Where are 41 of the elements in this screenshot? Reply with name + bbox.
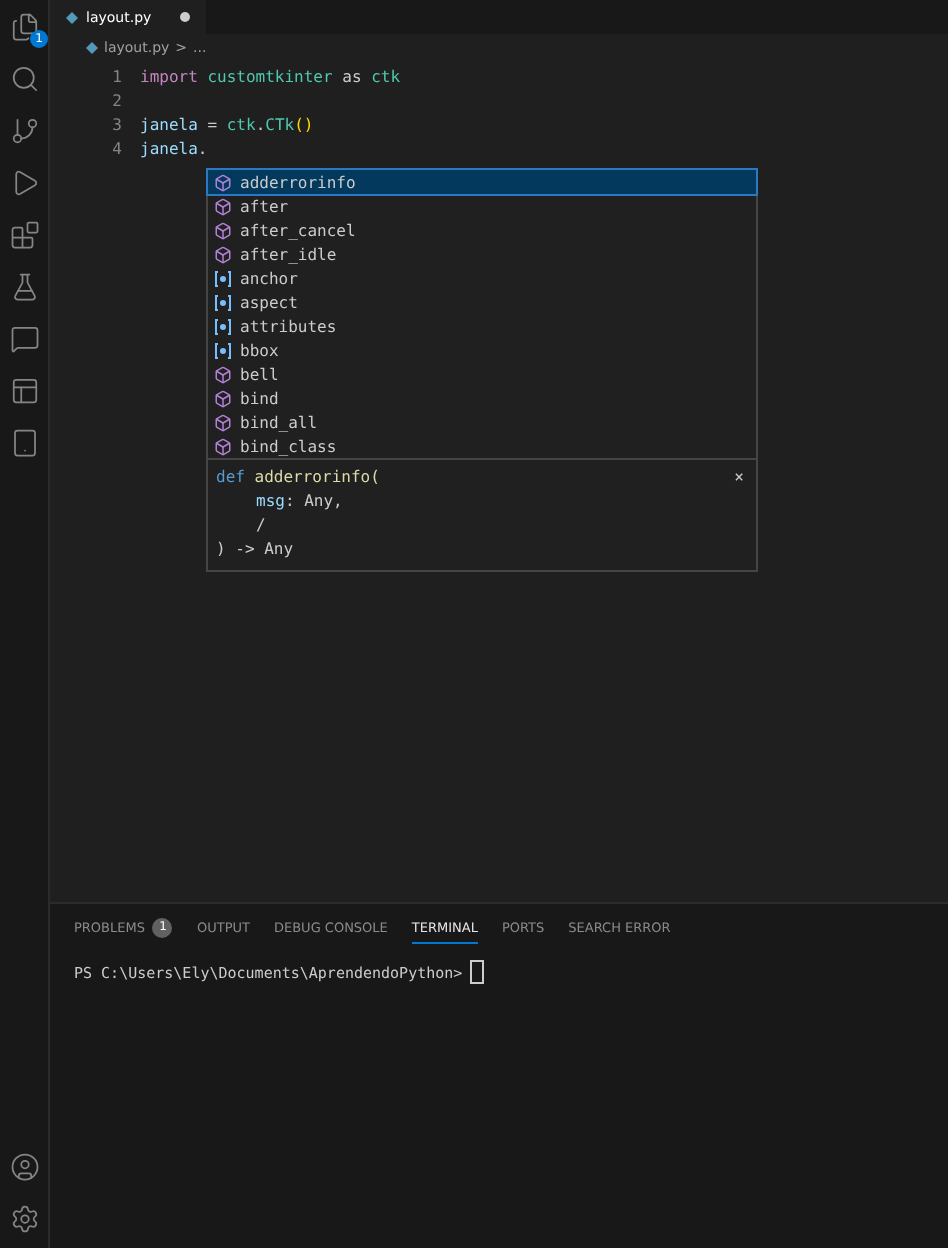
suggestion-item[interactable]: bind_all — [208, 410, 756, 434]
cube-icon — [214, 221, 232, 239]
close-icon[interactable]: × — [734, 466, 744, 490]
signature-return: ) -> Any — [216, 540, 294, 558]
suggestion-item[interactable]: bind_class — [208, 434, 756, 458]
cube-icon — [214, 173, 232, 191]
suggestion-item[interactable]: attributes — [208, 314, 756, 338]
line-number: 1 — [110, 67, 124, 85]
account-icon[interactable] — [6, 1148, 42, 1184]
suggestion-item[interactable]: adderrorinfo — [208, 170, 756, 194]
signature-name: def adderrorinfo( — [216, 468, 380, 486]
line-number: 4 — [110, 139, 124, 157]
field-icon — [214, 293, 232, 311]
signature-param: / — [256, 516, 266, 534]
cube-icon — [214, 365, 232, 383]
code-line: janela. — [140, 139, 208, 157]
cube-icon — [214, 437, 232, 455]
blocks-icon[interactable] — [6, 216, 42, 252]
suggestion-item[interactable]: bind — [208, 386, 756, 410]
field-icon — [214, 317, 232, 335]
cube-icon — [214, 389, 232, 407]
suggestion-item[interactable]: bbox — [208, 338, 756, 362]
python-file-icon — [66, 11, 78, 23]
suggestion-item[interactable]: after_idle — [208, 242, 756, 266]
line-number: 3 — [110, 115, 124, 133]
suggestion-item[interactable]: after_cancel — [208, 218, 756, 242]
field-icon — [214, 269, 232, 287]
suggestion-item[interactable]: anchor — [208, 266, 756, 290]
code-line: janela = ctk.CTk() — [140, 115, 314, 133]
code-line: import customtkinter as ctk — [140, 67, 401, 85]
python-file-icon — [86, 42, 98, 54]
terminal-cursor — [470, 960, 485, 984]
cube-icon — [214, 413, 232, 431]
suggestion-item[interactable]: aspect — [208, 290, 756, 314]
suggestion-item[interactable]: after — [208, 194, 756, 218]
suggestion-item[interactable]: bell — [208, 362, 756, 386]
cube-icon — [214, 245, 232, 263]
field-icon — [214, 341, 232, 359]
cube-icon — [214, 197, 232, 215]
signature-param: msg: Any, — [256, 492, 343, 510]
line-number: 2 — [110, 91, 124, 109]
